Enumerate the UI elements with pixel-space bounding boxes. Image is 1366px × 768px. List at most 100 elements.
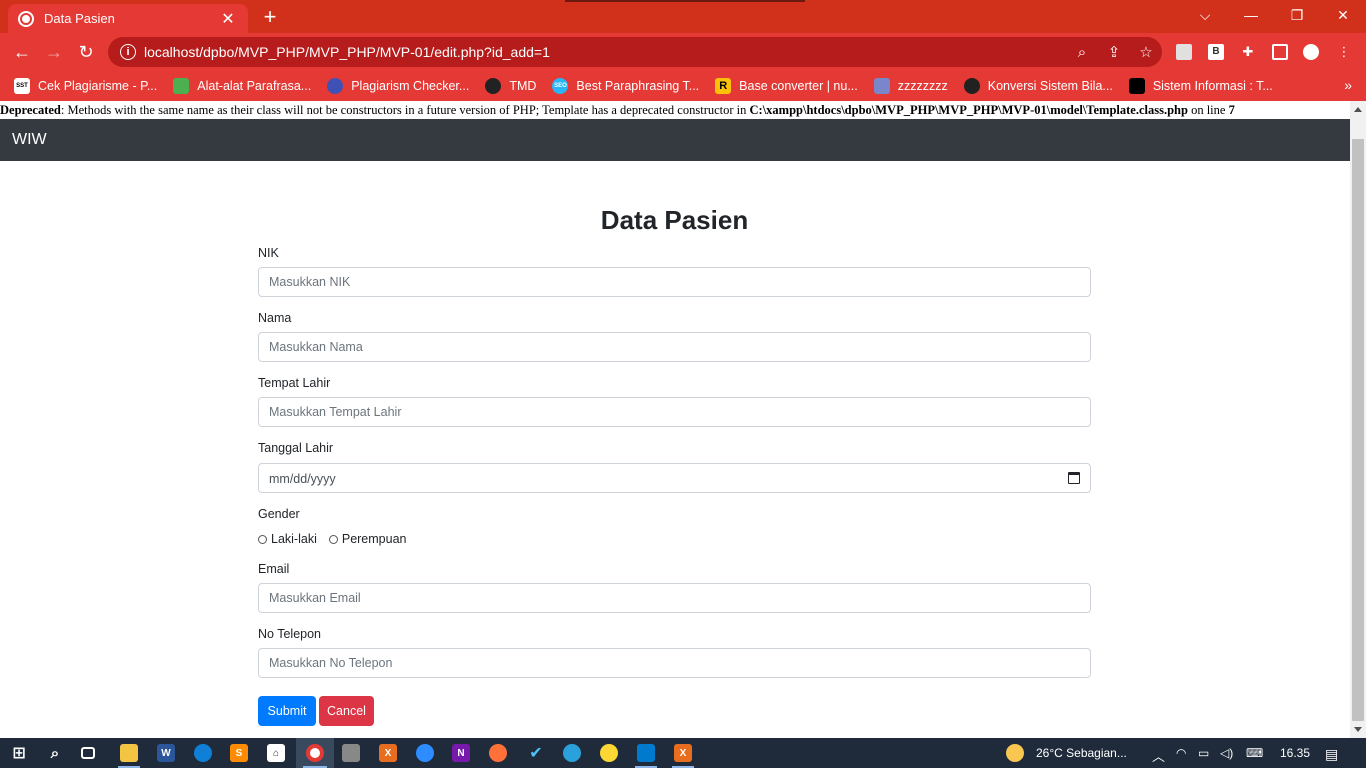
- forward-button[interactable]: →: [42, 41, 66, 63]
- volume-icon[interactable]: ◁): [1220, 746, 1233, 760]
- bookmark-item[interactable]: SST Cek Plagiarisme - P...: [14, 78, 157, 94]
- address-bar[interactable]: i localhost/dpbo/MVP_PHP/MVP_PHP/MVP-01/…: [108, 37, 1162, 67]
- gender-laki-laki-radio[interactable]: [258, 534, 267, 544]
- xampp-icon[interactable]: X: [379, 744, 397, 762]
- todo-icon[interactable]: ✔: [527, 744, 545, 762]
- bookmark-item[interactable]: Sistem Informasi : T...: [1128, 78, 1273, 94]
- file-explorer-icon[interactable]: [120, 744, 138, 762]
- clock-time[interactable]: 16.35: [1280, 746, 1310, 760]
- bookmark-item[interactable]: TMD: [485, 78, 536, 94]
- vscode-icon[interactable]: [637, 744, 655, 762]
- back-button[interactable]: ←: [10, 41, 34, 63]
- windows-start-icon[interactable]: ⊞: [10, 744, 28, 762]
- tab-favicon-icon: [18, 10, 34, 27]
- weather-text[interactable]: 26°C Sebagian...: [1036, 746, 1127, 760]
- new-tab-button[interactable]: +: [258, 6, 282, 28]
- bookmark-favicon-icon: SST: [14, 78, 30, 94]
- nama-label: Nama: [258, 311, 292, 325]
- bookmark-label: Konversi Sistem Bila...: [987, 79, 1113, 93]
- menu-kebab-icon[interactable]: ⋮: [1336, 44, 1352, 60]
- profile-avatar-icon[interactable]: [1303, 44, 1319, 60]
- bookmark-favicon-icon: [485, 78, 502, 94]
- site-info-icon[interactable]: i: [120, 44, 136, 60]
- tempat-lahir-label: Tempat Lahir: [258, 376, 331, 390]
- weather-icon[interactable]: [1006, 744, 1024, 762]
- star-icon[interactable]: ☆: [1130, 43, 1162, 61]
- share-icon[interactable]: ⇪: [1098, 43, 1130, 61]
- task-view-icon[interactable]: [81, 747, 95, 759]
- nama-input[interactable]: [258, 332, 1091, 362]
- gender-laki-laki-label[interactable]: Laki-laki: [271, 532, 317, 546]
- battery-icon[interactable]: ▭: [1198, 746, 1209, 760]
- bookmark-item[interactable]: Alat-alat Parafrasa...: [173, 78, 311, 94]
- extensions-puzzle-icon[interactable]: ✚: [1240, 44, 1256, 60]
- telegram-icon[interactable]: [563, 744, 581, 762]
- keyboard-icon[interactable]: ⌨: [1246, 746, 1263, 760]
- word-icon[interactable]: W: [157, 744, 175, 762]
- deprecated-online: on line: [1187, 103, 1229, 117]
- scroll-down-arrow-icon[interactable]: [1354, 727, 1362, 732]
- onenote-icon[interactable]: N: [452, 744, 470, 762]
- bookmark-item[interactable]: Plagiarism Checker...: [327, 78, 469, 94]
- page-scrollbar[interactable]: [1350, 101, 1366, 738]
- tab-close-icon[interactable]: ✕: [218, 9, 238, 29]
- bookmark-label: zzzzzzzz: [897, 79, 948, 93]
- search-icon[interactable]: ⌕: [46, 744, 64, 762]
- email-label: Email: [258, 562, 290, 576]
- sublime-icon[interactable]: S: [230, 744, 248, 762]
- edge-icon[interactable]: [194, 744, 212, 762]
- tanggal-lahir-label: Tanggal Lahir: [258, 441, 334, 455]
- network-icon[interactable]: ◠: [1176, 746, 1186, 760]
- chrome-icon[interactable]: [306, 744, 324, 762]
- bookmark-item[interactable]: R Base converter | nu...: [715, 78, 858, 94]
- gender-perempuan-label[interactable]: Perempuan: [342, 532, 407, 546]
- minimize-button[interactable]: —: [1228, 0, 1274, 30]
- tray-chevron-icon[interactable]: ︿: [1152, 746, 1165, 765]
- zoom-icon[interactable]: ⌕: [1066, 44, 1098, 61]
- address-url[interactable]: localhost/dpbo/MVP_PHP/MVP_PHP/MVP-01/ed…: [144, 44, 1066, 60]
- bookmark-item[interactable]: zzzzzzzz: [873, 78, 948, 94]
- store-icon[interactable]: ⌂: [267, 744, 285, 762]
- bookmark-item[interactable]: SEO Best Paraphrasing T...: [552, 78, 699, 94]
- restore-button[interactable]: ❐: [1274, 0, 1320, 30]
- gender-radio-group: Laki-laki Perempuan: [258, 532, 418, 546]
- bookmark-favicon-icon: [873, 78, 890, 94]
- xampp-control-icon[interactable]: X: [674, 744, 692, 762]
- cancel-button[interactable]: Cancel: [319, 696, 374, 726]
- bookmark-item[interactable]: Konversi Sistem Bila...: [963, 78, 1113, 94]
- tab-strip-shadow: [565, 0, 805, 2]
- side-panel-icon[interactable]: [1272, 44, 1288, 60]
- no-telepon-input[interactable]: [258, 648, 1091, 678]
- email-input[interactable]: [258, 583, 1091, 613]
- scrollbar-thumb[interactable]: [1352, 139, 1364, 721]
- calculator-icon[interactable]: [342, 744, 360, 762]
- extension-1-icon[interactable]: [1176, 44, 1192, 60]
- deprecated-label: Deprecated: [0, 103, 61, 117]
- nik-input[interactable]: [258, 267, 1091, 297]
- scroll-up-arrow-icon[interactable]: [1354, 107, 1362, 112]
- reload-button[interactable]: ↻: [74, 41, 98, 63]
- php-deprecated-warning: Deprecated: Methods with the same name a…: [0, 101, 1350, 119]
- navbar-brand[interactable]: WIW: [12, 131, 47, 149]
- bookmarks-overflow-icon[interactable]: »: [1344, 77, 1352, 93]
- tempat-lahir-input[interactable]: [258, 397, 1091, 427]
- deprecated-line: 7: [1228, 103, 1235, 117]
- firefox-icon[interactable]: [489, 744, 507, 762]
- extension-b-icon[interactable]: B: [1208, 44, 1224, 60]
- zoom-app-icon[interactable]: [416, 744, 434, 762]
- gender-perempuan-radio[interactable]: [328, 534, 338, 544]
- close-window-button[interactable]: ✕: [1320, 0, 1366, 30]
- bookmark-favicon-icon: [173, 78, 190, 94]
- tab-search-icon[interactable]: ⌵: [1182, 0, 1228, 30]
- submit-button[interactable]: Submit: [258, 696, 316, 726]
- page-viewport: Deprecated: Methods with the same name a…: [0, 101, 1366, 738]
- sticky-app-icon[interactable]: [600, 744, 618, 762]
- bookmark-label: Sistem Informasi : T...: [1152, 79, 1273, 93]
- bookmark-favicon-icon: [1128, 78, 1145, 94]
- browser-tab-data-pasien[interactable]: Data Pasien ✕: [8, 4, 248, 33]
- bookmark-label: Best Paraphrasing T...: [576, 79, 700, 93]
- site-navbar: WIW: [0, 119, 1350, 161]
- calendar-icon[interactable]: [1068, 472, 1080, 484]
- notifications-icon[interactable]: ▤: [1325, 746, 1338, 763]
- tanggal-lahir-input[interactable]: mm/dd/yyyy: [258, 463, 1091, 493]
